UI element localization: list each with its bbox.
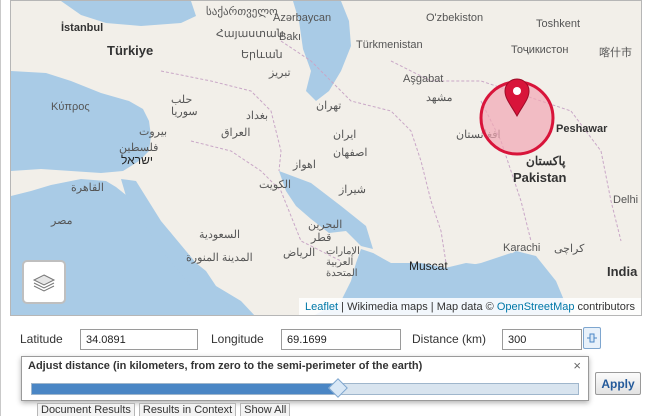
contributors-text: contributors <box>574 301 635 313</box>
distance-slider-toggle[interactable] <box>583 327 601 349</box>
latitude-input[interactable] <box>80 329 198 350</box>
longitude-input[interactable] <box>281 329 401 350</box>
slider-fill <box>32 384 338 394</box>
apply-button[interactable]: Apply <box>595 372 641 395</box>
distance-label: Distance (km) <box>412 332 487 346</box>
slider-handle[interactable] <box>327 378 348 398</box>
tab-results-in-context[interactable]: Results in Context <box>138 403 237 416</box>
leaflet-link[interactable]: Leaflet <box>305 301 338 313</box>
latitude-label: Latitude <box>20 332 63 346</box>
attribution-sep: | <box>338 301 348 313</box>
map-view[interactable]: İstanbul Türkiye საქართველო Հայաստան Երև… <box>10 0 642 316</box>
app-window: İstanbul Türkiye საქართველო Հայաստան Երև… <box>0 0 650 416</box>
close-icon[interactable]: × <box>573 358 581 373</box>
coordinates-row: Latitude Longitude Distance (km) <box>1 327 650 353</box>
map-attribution: Leaflet | Wikimedia maps | Map data © Op… <box>299 298 641 315</box>
mapdata-text: | Map data © <box>427 301 497 313</box>
distance-slider[interactable] <box>31 378 579 398</box>
tab-document-results[interactable]: Document Results <box>37 403 135 416</box>
popup-title: Adjust distance (in kilometers, from zer… <box>28 360 423 372</box>
distance-input[interactable] <box>502 329 582 350</box>
tab-show-all[interactable]: Show All <box>240 403 291 416</box>
longitude-label: Longitude <box>211 332 264 346</box>
map-overlay <box>479 78 555 156</box>
distance-popup: Adjust distance (in kilometers, from zer… <box>21 356 589 401</box>
layers-button[interactable] <box>22 260 66 304</box>
slider-toggle-icon <box>587 333 597 343</box>
osm-link[interactable]: OpenStreetMap <box>497 301 575 313</box>
result-tabs: Document Results Results in Context Show… <box>37 403 291 416</box>
wikimedia-text: Wikimedia maps <box>347 301 428 313</box>
layers-icon <box>32 274 56 292</box>
